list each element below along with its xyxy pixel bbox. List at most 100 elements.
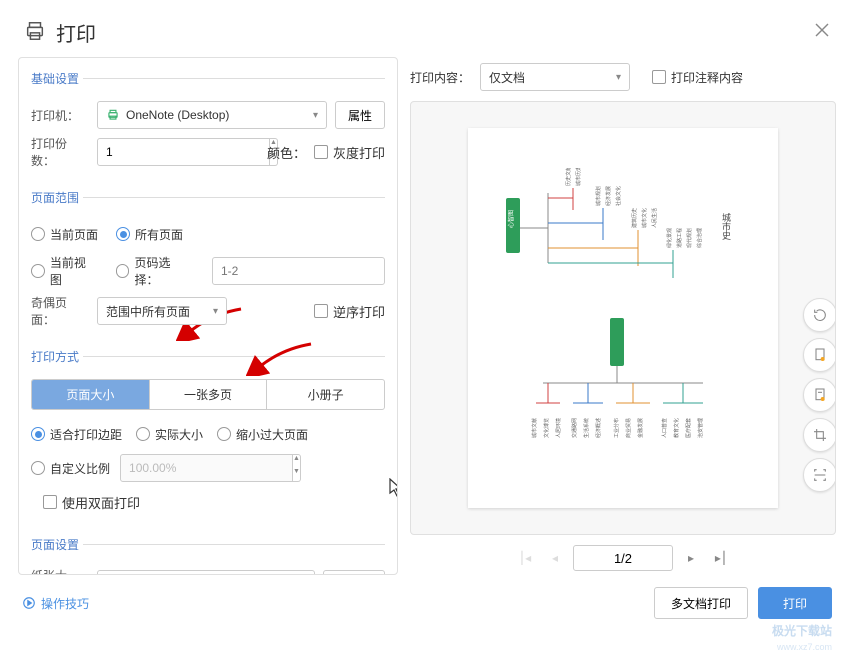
settings-panel: 基础设置 打印机： OneNote (Desktop) ▾ 属性 打印份数： (18, 57, 398, 575)
print-content-label: 打印内容： (410, 69, 470, 86)
printer-select[interactable]: OneNote (Desktop) ▾ (97, 101, 327, 129)
tool-page-1[interactable] (803, 338, 836, 372)
svg-text:社会文化: 社会文化 (615, 186, 622, 206)
print-annot-checkbox[interactable]: 打印注释内容 (652, 69, 743, 86)
watermark: 极光下载站 www.xz7.com (772, 624, 832, 655)
cursor-icon (389, 478, 398, 498)
grayscale-checkbox[interactable]: 灰度打印 (314, 143, 385, 162)
close-button[interactable] (814, 21, 830, 44)
svg-text:城市历史: 城市历史 (575, 168, 582, 186)
svg-text:城市规划: 城市规划 (595, 186, 602, 206)
actual-size-label: 实际大小 (155, 426, 203, 443)
all-pages-label: 所有页面 (135, 226, 183, 243)
svg-text:经济发展: 经济发展 (605, 186, 612, 206)
radio-all-pages[interactable]: 所有页面 (116, 226, 183, 243)
svg-text:道路工程: 道路工程 (676, 228, 683, 248)
svg-text:城市文化: 城市文化 (641, 208, 648, 228)
current-page-label: 当前页面 (50, 226, 98, 243)
svg-text:综合治理: 综合治理 (696, 228, 703, 248)
svg-text:现代规划: 现代规划 (686, 228, 693, 248)
tool-page-2[interactable] (803, 378, 836, 412)
parity-label: 奇偶页面： (31, 294, 89, 328)
svg-text:医疗配套: 医疗配套 (685, 418, 692, 438)
paper-size-select[interactable]: A4 ▾ (97, 570, 315, 575)
properties-button[interactable]: 属性 (335, 101, 385, 129)
svg-text:城市史: 城市史 (721, 213, 731, 241)
margin-button[interactable]: 页边距 (323, 570, 385, 575)
chevron-down-icon: ▾ (616, 72, 621, 83)
print-button[interactable]: 打印 (758, 587, 832, 619)
duplex-label: 使用双面打印 (62, 493, 140, 512)
page-select-label: 页码选择： (134, 254, 194, 288)
radio-fit-margin[interactable]: 适合打印边距 (31, 426, 122, 443)
spinner-up[interactable]: ▲ (293, 455, 300, 468)
reverse-checkbox[interactable]: 逆序打印 (314, 302, 385, 321)
svg-text:工业分布: 工业分布 (613, 418, 620, 438)
pager-input[interactable] (573, 545, 673, 571)
preview-area: 心智图 城市史 历史文献 城市历史 城市规划 经济发展 (410, 101, 836, 535)
svg-text:历史文献: 历史文献 (565, 168, 572, 186)
pager-last[interactable]: ▸⎮ (709, 546, 733, 570)
tab-multi-page[interactable]: 一张多页 (150, 380, 268, 409)
pager-first[interactable]: ⎮◂ (513, 546, 537, 570)
svg-text:教育文化: 教育文化 (673, 418, 680, 438)
basic-legend: 基础设置 (27, 70, 83, 87)
tool-scan[interactable] (803, 458, 836, 492)
color-label: 颜色： (267, 143, 306, 162)
radio-page-select[interactable]: 页码选择： (116, 254, 194, 288)
svg-text:经济概述: 经济概述 (595, 418, 602, 438)
copies-label: 打印份数： (31, 135, 89, 169)
current-view-label: 当前视图 (50, 254, 98, 288)
tool-crop[interactable] (803, 418, 836, 452)
print-content-value: 仅文档 (489, 69, 525, 86)
radio-current-view[interactable]: 当前视图 (31, 254, 98, 288)
svg-text:金融发展: 金融发展 (637, 418, 644, 438)
svg-text:治安管理: 治安管理 (697, 418, 704, 438)
page-legend: 页面设置 (27, 536, 83, 553)
reverse-label: 逆序打印 (333, 302, 385, 321)
svg-text:人居环境: 人居环境 (555, 418, 562, 438)
svg-text:生活系统: 生活系统 (583, 418, 590, 438)
print-icon (24, 20, 46, 45)
print-content-select[interactable]: 仅文档 ▾ (480, 63, 630, 91)
spinner-down[interactable]: ▼ (293, 468, 300, 481)
radio-custom-scale[interactable]: 自定义比例 (31, 460, 110, 477)
mode-legend: 打印方式 (27, 348, 83, 365)
custom-scale-label: 自定义比例 (50, 460, 110, 477)
pager-next[interactable]: ▸ (679, 546, 703, 570)
parity-value: 范围中所有页面 (106, 303, 190, 320)
dialog-title: 打印 (56, 18, 96, 47)
copies-input[interactable] (97, 138, 270, 166)
tool-rotate[interactable] (803, 298, 836, 332)
svg-text:建筑历史: 建筑历史 (631, 208, 638, 228)
printer-value: OneNote (Desktop) (126, 108, 229, 122)
parity-select[interactable]: 范围中所有页面 ▾ (97, 297, 227, 325)
duplex-checkbox[interactable]: 使用双面打印 (43, 493, 140, 512)
scale-spinner[interactable]: ▲ ▼ (120, 454, 250, 482)
chevron-down-icon: ▾ (313, 110, 318, 121)
multi-doc-button[interactable]: 多文档打印 (654, 587, 748, 619)
radio-shrink-large[interactable]: 缩小过大页面 (217, 426, 308, 443)
tab-page-size[interactable]: 页面大小 (32, 380, 150, 409)
pager-prev[interactable]: ◂ (543, 546, 567, 570)
tips-link[interactable]: 操作技巧 (22, 595, 89, 612)
svg-text:城市文献: 城市文献 (531, 418, 538, 438)
radio-current-page[interactable]: 当前页面 (31, 226, 98, 243)
svg-text:心智图: 心智图 (507, 210, 515, 228)
radio-actual-size[interactable]: 实际大小 (136, 426, 203, 443)
tab-booklet[interactable]: 小册子 (267, 380, 384, 409)
copies-spinner[interactable]: ▲ ▼ (97, 138, 171, 166)
mindmap-thumbnail: 心智图 城市史 历史文献 城市历史 城市规划 经济发展 (488, 168, 758, 468)
svg-text:人口普查: 人口普查 (661, 418, 668, 438)
shrink-large-label: 缩小过大页面 (236, 426, 308, 443)
scale-input[interactable] (120, 454, 293, 482)
printer-label: 打印机： (31, 107, 89, 124)
svg-text:人民生活: 人民生活 (651, 208, 658, 228)
page-range-input[interactable] (212, 257, 385, 285)
paper-size-label: 纸张大小： (31, 567, 89, 575)
printer-device-icon (106, 108, 120, 122)
tips-label: 操作技巧 (41, 595, 89, 612)
grayscale-label: 灰度打印 (333, 143, 385, 162)
svg-text:绿化景观: 绿化景观 (666, 228, 673, 248)
preview-page: 心智图 城市史 历史文献 城市历史 城市规划 经济发展 (468, 128, 778, 508)
